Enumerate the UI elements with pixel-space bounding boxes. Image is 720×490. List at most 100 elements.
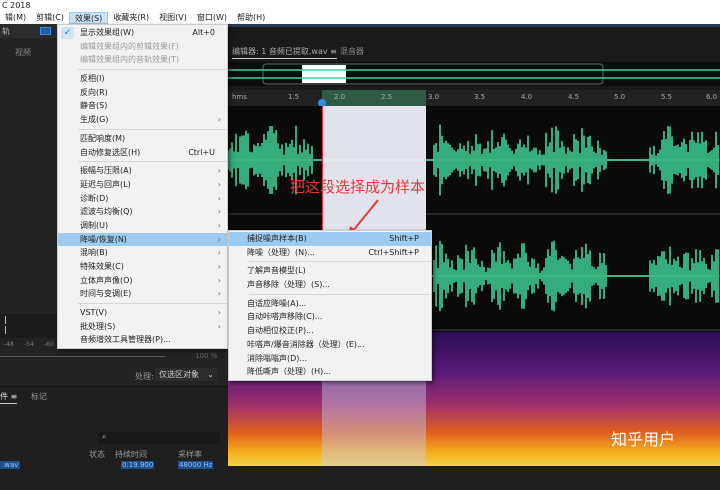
menu-4[interactable]: 视图(V) bbox=[154, 12, 192, 24]
menu-1[interactable]: 剪辑(C) bbox=[31, 12, 69, 24]
menu-item-label: 匹配响度(M) bbox=[80, 133, 126, 143]
menu-item-label: 编辑效果组内的音轨效果(T) bbox=[80, 55, 180, 65]
menu-item[interactable]: 声音移除（处理）(S)... bbox=[229, 278, 431, 292]
menu-item-label: 反相(I) bbox=[80, 74, 105, 84]
menu-item-label: 了解声音模型(L) bbox=[247, 266, 306, 276]
ruler-tick-label: 2.5 bbox=[381, 93, 393, 101]
menu-5[interactable]: 窗口(W) bbox=[192, 12, 232, 24]
ruler-tick-label: 3.5 bbox=[474, 93, 486, 101]
menu-item-label: 降噪（处理）(N)... bbox=[247, 247, 315, 257]
menu-separator bbox=[249, 293, 431, 295]
menu-item-label: 反向(R) bbox=[80, 87, 108, 97]
chevron-right-icon: › bbox=[217, 115, 221, 125]
chevron-right-icon: › bbox=[217, 166, 221, 176]
menu-item-label: 自动相位校正(P)... bbox=[247, 326, 314, 336]
menu-item[interactable]: 诊断(D) › bbox=[58, 192, 227, 206]
ruler-tick-label: 1.5 bbox=[288, 93, 300, 101]
menu-item[interactable]: 自动相位校正(P)... bbox=[229, 324, 431, 338]
chevron-right-icon: › bbox=[217, 220, 221, 230]
menu-2[interactable]: 效果(S) bbox=[68, 12, 109, 24]
menu-item-label: 自动咔嗒声移除(C)... bbox=[247, 312, 323, 322]
menu-separator bbox=[78, 161, 227, 163]
menu-item[interactable]: ✓ 显示效果组(W) Alt+0 bbox=[58, 26, 227, 40]
menu-item[interactable]: 咔嗒声/爆音消除器（处理）(E)... bbox=[229, 338, 431, 352]
menu-separator bbox=[78, 303, 227, 305]
app-title: C 2018 bbox=[2, 1, 31, 10]
menu-item[interactable]: 反向(R) bbox=[58, 86, 227, 100]
menu-item[interactable]: 降噪/恢复(N) › bbox=[58, 232, 227, 247]
menu-item[interactable]: 降低嘶声（处理）(H)... bbox=[229, 365, 431, 379]
menu-item[interactable]: 自适应降噪(A)... bbox=[229, 297, 431, 311]
title-bar: C 2018 bbox=[0, 0, 720, 12]
chevron-right-icon: › bbox=[217, 262, 221, 271]
column-header-duration[interactable]: 持续时间 bbox=[115, 449, 147, 460]
menu-item[interactable]: VST(V) › bbox=[58, 306, 227, 320]
menu-item[interactable]: 静音(S) bbox=[58, 99, 227, 113]
ruler-tick-label: 4.0 bbox=[521, 93, 533, 101]
menu-item[interactable]: 特殊效果(C) › bbox=[58, 260, 227, 274]
menu-item-label: 降噪/恢复(N) bbox=[80, 234, 127, 244]
zoom-slider[interactable] bbox=[0, 356, 165, 357]
menu-item-label: 音频增效工具管理器(P)... bbox=[80, 335, 171, 345]
chevron-right-icon: › bbox=[217, 321, 221, 331]
menu-item-shortcut: Ctrl+U bbox=[188, 147, 215, 157]
chevron-down-icon: ⌄ bbox=[207, 370, 214, 379]
menu-item[interactable]: 捕捉噪声样本(B) Shift+P bbox=[229, 232, 431, 246]
menu-item[interactable]: 自动咔嗒声移除(C)... bbox=[229, 310, 431, 324]
annotation-text: 把这段选择成为样本 bbox=[290, 178, 426, 196]
column-header-samplerate[interactable]: 采样率 bbox=[178, 449, 202, 460]
menu-item-label: 消除嗡嗡声(D)... bbox=[247, 353, 308, 363]
menu-item-label: 咔嗒声/爆音消除器（处理）(E)... bbox=[247, 339, 365, 349]
file-name: .wav bbox=[0, 461, 21, 469]
menu-item[interactable]: 生成(G) › bbox=[58, 113, 227, 127]
menu-item[interactable]: 滤波与均衡(Q) › bbox=[58, 205, 227, 219]
menu-item-label: 降低嘶声（处理）(H)... bbox=[247, 367, 331, 377]
menu-item-label: 自动修复选区(H) bbox=[80, 147, 141, 157]
check-icon: ✓ bbox=[61, 27, 74, 39]
menu-item[interactable]: 了解声音模型(L) bbox=[229, 264, 431, 278]
menu-separator bbox=[78, 128, 227, 130]
menu-item-shortcut: Ctrl+Shift+P bbox=[368, 247, 419, 257]
chevron-right-icon: › bbox=[217, 308, 221, 318]
menu-item-label: 显示效果组(W) bbox=[80, 28, 135, 37]
time-ruler[interactable]: hms 1.5 2.0 2.5 3.0 3.5 4.0 4.5 5.0 5.5 6.0 bbox=[228, 90, 720, 106]
menu-item[interactable]: 调制(U) › bbox=[58, 219, 227, 233]
menu-item[interactable]: 反相(I) bbox=[58, 72, 227, 86]
ruler-tick-label: 3.0 bbox=[428, 93, 440, 101]
menu-item[interactable]: 立体声声像(O) › bbox=[58, 274, 227, 288]
menu-item-shortcut: Shift+P bbox=[389, 234, 419, 243]
menu-item-label: 自适应降噪(A)... bbox=[247, 298, 307, 308]
menu-item[interactable]: 消除嗡嗡声(D)... bbox=[229, 352, 431, 366]
menu-item[interactable]: 匹配响度(M) bbox=[58, 132, 227, 146]
menu-3[interactable]: 收藏夹(R) bbox=[108, 12, 154, 24]
tab-video[interactable]: 视频 bbox=[15, 47, 31, 58]
overview-waveform[interactable] bbox=[228, 62, 720, 86]
tab-editor[interactable]: 编辑器: 1 音频已提取.wav ≡ bbox=[232, 46, 337, 59]
noise-reduction-submenu: 捕捉噪声样本(B) Shift+P 降噪（处理）(N)... Ctrl+Shift+P… bbox=[228, 230, 432, 381]
chevron-right-icon: › bbox=[217, 179, 221, 189]
menu-6[interactable]: 帮助(H) bbox=[232, 12, 270, 24]
process-select[interactable]: 仅选区对象 ⌄ bbox=[155, 368, 217, 381]
menu-item[interactable]: 批处理(S) › bbox=[58, 320, 227, 334]
menu-item[interactable]: 振幅与压限(A) › bbox=[58, 164, 227, 178]
chevron-right-icon: › bbox=[217, 275, 221, 285]
menu-item[interactable]: 降噪（处理）(N)... Ctrl+Shift+P bbox=[229, 246, 431, 260]
process-label: 处理: bbox=[135, 372, 154, 381]
column-header-status[interactable]: 状态 bbox=[89, 449, 105, 460]
menu-item[interactable]: 时间与变调(E) › bbox=[58, 287, 227, 301]
tab-mixer[interactable]: 混音器 bbox=[340, 46, 364, 57]
tab-markers[interactable]: 标记 bbox=[31, 391, 47, 402]
tab-files[interactable]: 件 ≡ bbox=[0, 391, 18, 404]
monitor-icon[interactable] bbox=[40, 27, 51, 35]
tab-track[interactable]: 轨 bbox=[2, 26, 10, 37]
menu-0[interactable]: 辑(M) bbox=[0, 12, 31, 24]
ruler-tick-label: 5.0 bbox=[614, 93, 626, 101]
chevron-right-icon: › bbox=[217, 234, 221, 244]
file-row[interactable]: .wav 0:19.900 48000 Hz bbox=[0, 460, 220, 472]
meter-tick: -48 bbox=[4, 341, 14, 348]
menu-item[interactable]: 自动修复选区(H) Ctrl+U bbox=[58, 146, 227, 160]
menu-item[interactable]: 延迟与回声(L) › bbox=[58, 178, 227, 192]
menu-item[interactable]: 音频增效工具管理器(P)... bbox=[58, 333, 227, 347]
files-search-input[interactable]: ⌕ bbox=[98, 432, 220, 444]
menu-item[interactable]: 混响(B) › bbox=[58, 246, 227, 260]
